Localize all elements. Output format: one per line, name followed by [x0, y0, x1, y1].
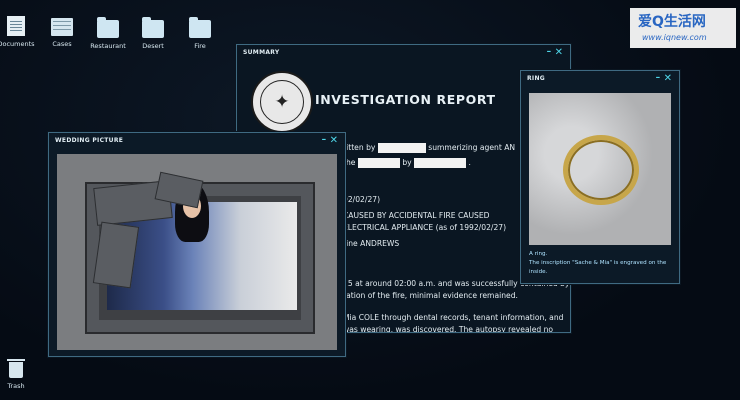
summary-titlebar[interactable]: SUMMARY – ✕ [237, 45, 570, 59]
cases-icon [51, 18, 73, 36]
report-heading: INVESTIGATION REPORT [315, 92, 496, 107]
redaction-bar [414, 158, 467, 168]
ring-caption: The inscription "Sache & Mia" is engrave… [529, 260, 667, 266]
wedding-picture-window[interactable]: WEDDING PICTURE – ✕ [48, 132, 346, 357]
ring-caption: A ring. [529, 251, 548, 257]
report-line: ELECTRICAL APPLIANCE (as of 1992/02/27) [343, 223, 507, 232]
redaction-bar [357, 158, 400, 168]
report-line: 92/02/27) [343, 195, 381, 204]
report-line: Mia COLE through dental records, tenant … [343, 313, 564, 322]
window-title: SUMMARY [243, 48, 280, 56]
window-title: RING [527, 74, 545, 82]
desktop-icon-fire[interactable]: Fire [170, 17, 230, 50]
folder-icon [142, 17, 164, 38]
wedding-titlebar[interactable]: WEDDING PICTURE – ✕ [49, 133, 345, 147]
document-icon [7, 16, 25, 36]
ring-photo [529, 93, 671, 245]
desktop-icon-trash[interactable]: Trash [0, 359, 46, 390]
trash-icon [7, 359, 25, 378]
folder-icon [189, 17, 211, 38]
gold-ring [563, 135, 639, 205]
desktop-icon-label: Fire [194, 42, 206, 50]
ring-titlebar[interactable]: RING – ✕ [521, 71, 679, 85]
folder-icon [97, 17, 119, 38]
ring-caption: inside. [529, 269, 548, 275]
seal-icon: ✦ [251, 71, 313, 133]
report-line: the by . [343, 158, 471, 168]
minimize-button[interactable]: – [653, 73, 663, 83]
watermark-title: 爱Q生活网 [638, 14, 706, 30]
desktop-icon-label: Trash [7, 382, 25, 390]
window-title: WEDDING PICTURE [55, 136, 124, 144]
wedding-photo-image [57, 154, 337, 350]
report-line: ration of the fire, minimal evidence rem… [343, 291, 518, 300]
report-line: ritten by summerizing agent AN [343, 143, 516, 153]
close-button[interactable]: ✕ [329, 135, 339, 146]
minimize-button[interactable]: – [544, 47, 554, 57]
report-line: CAUSED BY ACCIDENTAL FIRE CAUSED [343, 211, 490, 220]
minimize-button[interactable]: – [319, 135, 329, 145]
ring-window[interactable]: RING – ✕ A ring. The inscription "Sache … [520, 70, 680, 284]
report-line: rine ANDREWS [343, 239, 400, 248]
watermark-url: www.iqnew.com [642, 33, 707, 42]
site-watermark: 爱Q生活网 www.iqnew.com [630, 8, 736, 48]
redaction-bar [377, 143, 426, 153]
close-button[interactable]: ✕ [554, 47, 564, 58]
report-line: was wearing, was discovered. The autopsy… [343, 325, 554, 333]
close-button[interactable]: ✕ [663, 73, 673, 84]
